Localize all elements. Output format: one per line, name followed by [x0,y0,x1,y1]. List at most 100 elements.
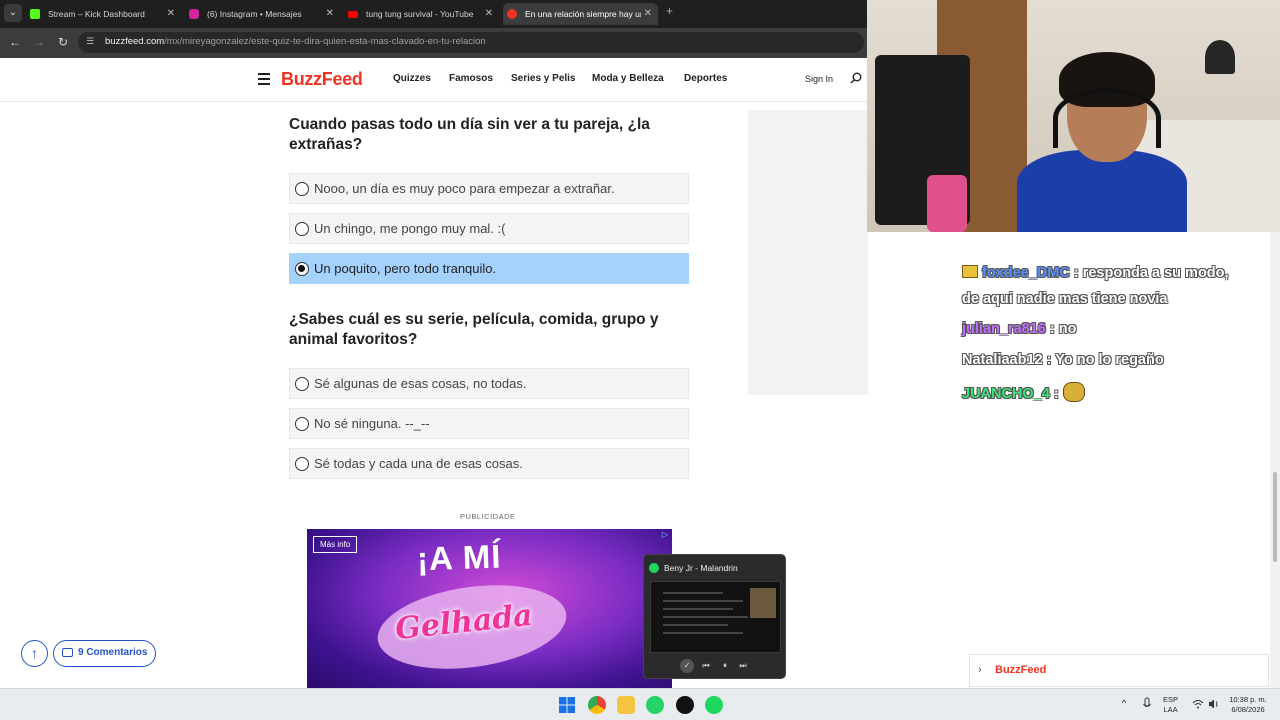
buzzfeed-logo[interactable]: BuzzFeed [281,69,363,90]
url-text: buzzfeed.com/mx/mireyagonzalez/este-quiz… [105,36,486,47]
scrollbar-thumb[interactable] [1273,472,1277,562]
advertisement[interactable]: ¡A MÍ Gelhada Más info ▷ [307,529,672,688]
nav-moda-belleza[interactable]: Moda y Belleza [592,73,664,84]
region-code: LAA [1163,705,1178,714]
reload-icon[interactable]: ↻ [55,34,71,50]
comment-icon [62,648,73,657]
sign-in-link[interactable]: Sign In [805,74,833,84]
browser-tab-bar: ⌄ Stream – Kick Dashboard ✕ (6) Instagra… [0,0,868,28]
wifi-icon[interactable] [1192,699,1204,712]
nav-series-pelis[interactable]: Series y Pelis [511,73,576,84]
file-explorer-icon[interactable] [617,696,635,714]
chat-message: julian_ra816 : no [962,321,1267,337]
nav-famosos[interactable]: Famosos [449,73,493,84]
media-controls-popup[interactable]: Beny Jr - Malandrin ✓ ⏮ ⏸ ⏭ [643,554,786,679]
radio-button[interactable] [295,182,309,196]
q1-option-3-selected[interactable]: Un poquito, pero todo tranquilo. [289,253,689,284]
q1-option-1[interactable]: Nooo, un día es muy poco para empezar a … [289,173,689,204]
buzzfeed-header: BuzzFeed Quizzes Famosos Series y Pelis … [0,58,868,102]
close-tab-icon[interactable]: ✕ [167,3,175,25]
buzzfeed-notification[interactable]: › BuzzFeed [969,654,1269,687]
like-icon[interactable]: ✓ [680,659,694,673]
q2-option-1[interactable]: Sé algunas de esas cosas, no todas. [289,368,689,399]
tab-kick-dashboard[interactable]: Stream – Kick Dashboard ✕ [26,3,181,25]
chat-message-continuation: de aqui nadie mas tiene novia [962,291,1267,307]
obs-icon[interactable] [676,696,694,714]
new-tab-button[interactable]: + [666,4,673,18]
chat-message: Nataliaab12 : Yo no lo regaño [962,352,1267,368]
input-language[interactable]: ESP LAA [1163,695,1178,715]
chat-text: : responda a su modo, [1069,265,1229,281]
page-scrollbar[interactable] [1270,232,1280,688]
spotify-window-thumbnail[interactable] [650,581,781,653]
emote-icon [1062,382,1085,402]
windows-start-icon[interactable] [558,696,576,714]
adchoices-icon[interactable]: ▷ [662,530,668,539]
radio-button[interactable] [295,222,309,236]
comments-button[interactable]: 9 Comentarios [53,640,157,667]
youtube-icon [348,11,358,18]
site-info-icon[interactable]: ☰ [86,36,98,48]
track-title: Beny Jr - Malandrin [664,563,738,573]
search-icon[interactable] [850,72,862,84]
close-tab-icon[interactable]: ✕ [640,3,652,25]
radio-button[interactable] [295,417,309,431]
crown-icon [962,265,978,278]
q1-option-2[interactable]: Un chingo, me pongo muy mal. :( [289,213,689,244]
close-tab-icon[interactable]: ✕ [326,3,334,25]
tab-buzzfeed-active[interactable]: En una relación siempre hay un ✕ [503,3,658,25]
kick-icon [30,9,40,19]
chat-text: : no [1045,321,1077,337]
nav-quizzes[interactable]: Quizzes [393,73,431,84]
close-tab-icon[interactable]: ✕ [485,3,493,25]
clock-time: 10:38 p. m. [1229,695,1267,704]
chat-username: JUANCHO_4 [962,386,1050,402]
forward-arrow-icon[interactable]: → [31,34,47,50]
spotify-taskbar-icon[interactable] [705,696,723,714]
menu-icon[interactable] [258,73,270,85]
buzzfeed-favicon-icon [507,9,517,19]
q2-option-2[interactable]: No sé ninguna. --_-- [289,408,689,439]
scroll-to-top-button[interactable]: ↑ [21,640,48,667]
system-clock[interactable]: 10:38 p. m. 6/08/2026 [1226,695,1270,715]
webcam-overlay [867,0,1280,232]
chat-username: foxdee_DMC [982,265,1070,281]
q2-option-3[interactable]: Sé todas y cada una de esas cosas. [289,448,689,479]
nav-deportes[interactable]: Deportes [684,73,727,84]
address-bar[interactable]: ☰ buzzfeed.com/mx/mireyagonzalez/este-qu… [78,32,864,53]
chat-username: Nataliaab12 [962,352,1043,368]
radio-button-checked[interactable] [295,262,309,276]
ad-more-info-button[interactable]: Más info [313,536,358,553]
option-label: Sé todas y cada una de esas cosas. [314,456,523,471]
ad-headline: ¡A MÍ [416,537,503,578]
tab-title: tung tung survival - YouTube [366,9,474,19]
back-arrow-icon[interactable]: ← [7,34,23,50]
pause-icon[interactable]: ⏸ [718,659,732,673]
tab-instagram[interactable]: (6) Instagram • Mensajes ✕ [185,3,340,25]
show-hidden-icons[interactable]: ^ [1122,698,1126,708]
comments-label: 9 Comentarios [78,647,148,658]
windows-taskbar: ^ ESP LAA 10:38 p. m. 6/08/2026 [0,688,1280,720]
radio-button[interactable] [295,457,309,471]
microphone-icon[interactable] [1142,697,1152,711]
tab-search-button[interactable]: ⌄ [4,4,22,22]
screen: ⌄ Stream – Kick Dashboard ✕ (6) Instagra… [0,0,1280,720]
whatsapp-icon[interactable] [646,696,664,714]
chrome-icon[interactable] [588,696,606,714]
option-label: No sé ninguna. --_-- [314,416,430,431]
clock-date: 6/08/2026 [1231,705,1265,714]
next-track-icon[interactable]: ⏭ [736,659,750,673]
radio-button[interactable] [295,377,309,391]
chat-text: : Yo no lo regaño [1042,352,1164,368]
chat-text: de aqui nadie mas tiene novia [962,291,1168,307]
language-code: ESP [1163,695,1179,704]
previous-track-icon[interactable]: ⏮ [699,659,713,673]
tab-title: (6) Instagram • Mensajes [207,9,302,19]
chevron-right-icon[interactable]: › [978,664,982,676]
option-label: Nooo, un día es muy poco para empezar a … [314,181,615,196]
volume-icon[interactable] [1208,699,1220,712]
option-label: Sé algunas de esas cosas, no todas. [314,376,527,391]
tab-youtube[interactable]: tung tung survival - YouTube ✕ [344,3,499,25]
option-label: Un poquito, pero todo tranquilo. [314,261,497,276]
chat-text: : [1049,386,1063,402]
